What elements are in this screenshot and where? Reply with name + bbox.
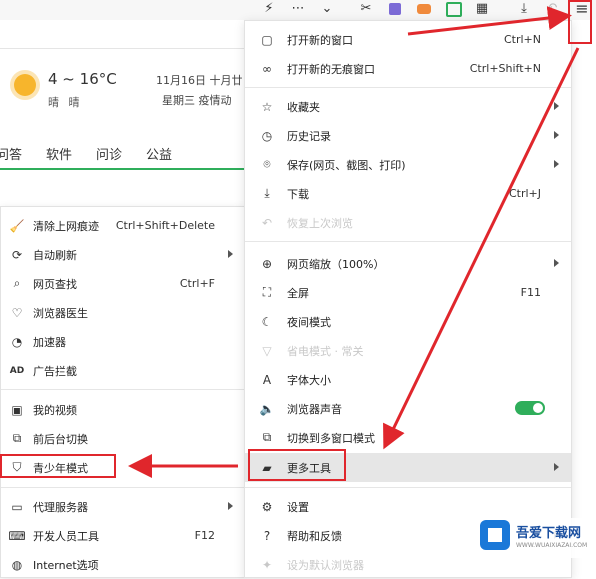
speedometer-icon: ◔ <box>11 334 23 349</box>
gear-icon: ⚙ <box>261 499 273 514</box>
restore-icon: ↶ <box>261 215 273 230</box>
chevron-right-icon <box>554 463 559 471</box>
chevron-down-icon[interactable]: ⌄ <box>320 0 334 18</box>
undo-icon[interactable]: ↶ <box>544 0 560 18</box>
history-icon: ◷ <box>261 128 273 143</box>
date-text: 11月16日 十月廿 <box>156 74 243 87</box>
menu-item-multi-window[interactable]: ⧉ 切换到多窗口模式 <box>245 423 571 452</box>
video-icon: ▣ <box>11 402 23 417</box>
menu-item-auto-refresh[interactable]: ⟳ 自动刷新 <box>1 240 245 269</box>
content-nav-tabs: 问答 软件 问诊 公益 <box>0 138 246 170</box>
nav-tab[interactable]: 公益 <box>146 144 172 163</box>
menu-item-proxy[interactable]: ▭ 代理服务器 <box>1 492 245 521</box>
menu-divider <box>245 487 571 488</box>
menu-item-fullscreen[interactable]: ⛶ 全屏 F11 <box>245 278 571 307</box>
menu-item-new-incognito[interactable]: ∞ 打开新的无痕窗口 Ctrl+Shift+N <box>245 54 571 83</box>
extension-icon[interactable] <box>388 0 402 18</box>
cup-icon: ▽ <box>262 343 272 358</box>
night-mode-icon: ☾ <box>261 314 273 329</box>
download-icon[interactable]: ⤓ <box>516 0 532 18</box>
temperature: 4 ~ 16°C <box>48 70 117 88</box>
highlight-more-tools <box>248 449 346 481</box>
bulb-icon: ✦ <box>261 557 273 572</box>
menu-item-my-videos[interactable]: ▣ 我的视频 <box>1 395 245 424</box>
watermark-title: 吾爱下载网 <box>516 526 582 541</box>
menu-item-restore-session: ↶ 恢复上次浏览 <box>245 208 571 237</box>
ad-block-icon: AD <box>9 365 25 376</box>
menu-item-font-size[interactable]: A 字体大小 <box>245 365 571 394</box>
sun-icon <box>14 74 36 96</box>
weekday-text: 星期三 疫情动 <box>162 94 232 107</box>
speaker-icon: 🔈 <box>259 401 275 416</box>
nav-tab[interactable]: 问答 <box>0 144 22 163</box>
menu-divider <box>245 87 571 88</box>
incognito-icon: ∞ <box>262 61 272 76</box>
flash-icon[interactable]: ⚡ <box>262 0 276 18</box>
menu-item-browser-sound[interactable]: 🔈 浏览器声音 <box>245 394 571 423</box>
watermark-logo-icon <box>480 520 510 550</box>
menu-item-ad-block[interactable]: AD 广告拦截 <box>1 356 245 385</box>
menu-item-switch[interactable]: ⧉ 前后台切换 <box>1 424 245 453</box>
chevron-right-icon <box>554 259 559 267</box>
menu-item-new-window[interactable]: ▢ 打开新的窗口 Ctrl+N <box>245 25 571 54</box>
menu-item-settings[interactable]: ⚙ 设置 <box>245 492 571 521</box>
font-size-icon: A <box>262 372 272 387</box>
menu-divider <box>1 389 245 390</box>
broom-icon: 🧹 <box>9 218 25 233</box>
weather-widget: 4 ~ 16°C 晴 晴 11月16日 十月廿 星期三 疫情动 <box>10 68 250 112</box>
menu-item-find[interactable]: ⌕ 网页查找 Ctrl+F <box>1 269 245 298</box>
zoom-icon: ⊕ <box>261 256 273 271</box>
weather-condition: 晴 晴 <box>48 96 83 109</box>
menu-item-night-mode[interactable]: ☾ 夜间模式 <box>245 307 571 336</box>
chevron-right-icon <box>228 502 233 510</box>
menu-item-history[interactable]: ◷ 历史记录 <box>245 121 571 150</box>
chevron-right-icon <box>228 250 233 258</box>
globe-icon: ◍ <box>11 557 23 572</box>
find-icon: ⌕ <box>13 276 21 290</box>
chevron-right-icon <box>554 160 559 168</box>
camera-icon: ⌾ <box>263 157 271 171</box>
highlight-menu-button <box>568 0 592 44</box>
chevron-right-icon <box>554 131 559 139</box>
menu-divider <box>1 487 245 488</box>
menu-item-accelerator[interactable]: ◔ 加速器 <box>1 327 245 356</box>
nav-tab[interactable]: 软件 <box>46 144 72 163</box>
menu-item-doctor[interactable]: ♡ 浏览器医生 <box>1 298 245 327</box>
menu-item-power-save: ▽ 省电模式 · 常关 <box>245 336 571 365</box>
devtools-icon: ⌨ <box>8 528 26 543</box>
screen-icon[interactable] <box>446 0 462 18</box>
sound-toggle[interactable] <box>515 401 545 415</box>
address-bar[interactable] <box>0 20 260 49</box>
nav-tab[interactable]: 问诊 <box>96 144 122 163</box>
watermark-subtitle: WWW.WUAIXIAZAI.COM <box>516 542 588 549</box>
browser-main-menu: ▢ 打开新的窗口 Ctrl+N ∞ 打开新的无痕窗口 Ctrl+Shift+N … <box>244 20 572 578</box>
new-window-icon: ▢ <box>261 32 273 47</box>
switch-icon: ⧉ <box>12 431 22 445</box>
chevron-right-icon <box>554 102 559 110</box>
menu-item-internet-options[interactable]: ◍ Internet选项 <box>1 550 245 579</box>
apps-icon[interactable]: ▦ <box>474 0 490 18</box>
menu-item-clear-history[interactable]: 🧹 清除上网痕迹 Ctrl+Shift+Delete <box>1 211 245 240</box>
site-watermark: 吾爱下载网 WWW.WUAIXIAZAI.COM <box>480 518 594 558</box>
menu-divider <box>245 241 571 242</box>
star-icon: ☆ <box>261 99 273 114</box>
proxy-icon: ▭ <box>11 499 23 514</box>
browser-toolbar: ⚡ ⋯ ⌄ ✂ ▦ ⤓ ↶ ≡ <box>0 0 596 20</box>
more-tools-submenu: 🧹 清除上网痕迹 Ctrl+Shift+Delete ⟳ 自动刷新 ⌕ 网页查找… <box>0 206 246 578</box>
menu-item-devtools[interactable]: ⌨ 开发人员工具 F12 <box>1 521 245 550</box>
menu-item-zoom[interactable]: ⊕ 网页缩放（100%） <box>245 249 571 278</box>
help-icon: ? <box>263 528 271 543</box>
download-icon: ⤓ <box>264 186 270 200</box>
game-icon[interactable] <box>416 0 432 18</box>
menu-item-save[interactable]: ⌾ 保存(网页、截图、打印) <box>245 150 571 179</box>
doctor-icon: ♡ <box>11 305 23 320</box>
highlight-teen-mode <box>0 454 116 478</box>
menu-item-favorites[interactable]: ☆ 收藏夹 <box>245 92 571 121</box>
multi-window-icon: ⧉ <box>262 430 272 444</box>
refresh-icon: ⟳ <box>11 247 23 262</box>
menu-item-downloads[interactable]: ⤓ 下载 Ctrl+J <box>245 179 571 208</box>
fullscreen-icon: ⛶ <box>262 285 272 299</box>
more-icon[interactable]: ⋯ <box>290 0 306 18</box>
scissors-icon[interactable]: ✂ <box>358 0 374 18</box>
